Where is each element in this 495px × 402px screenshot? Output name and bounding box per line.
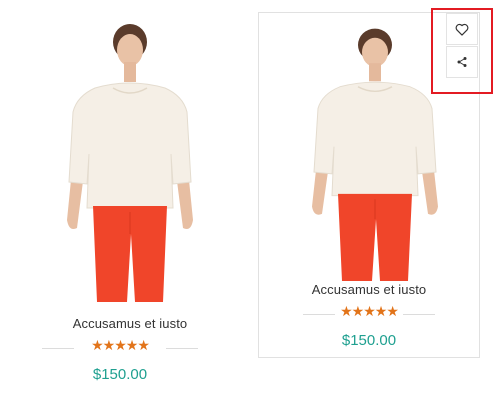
wishlist-button[interactable] <box>446 13 478 45</box>
rating-row: ★★★★★ <box>259 304 479 321</box>
star-rating: ★★★★★ <box>340 304 399 320</box>
product-card-1[interactable]: Accusamus et iusto ★★★★★ $150.00 <box>20 0 240 400</box>
divider-line <box>166 348 198 349</box>
product-title[interactable]: Accusamus et iusto <box>259 282 479 297</box>
product-title[interactable]: Accusamus et iusto <box>20 316 240 331</box>
product-price: $150.00 <box>92 366 148 383</box>
product-image[interactable] <box>47 20 213 302</box>
divider-line <box>403 314 435 315</box>
rating-row: ★★★★★ <box>20 338 240 355</box>
share-icon <box>457 57 467 67</box>
share-button[interactable] <box>446 46 478 78</box>
star-rating: ★★★★★ <box>91 338 150 354</box>
heart-icon <box>455 23 469 36</box>
product-price: $150.00 <box>341 332 397 349</box>
